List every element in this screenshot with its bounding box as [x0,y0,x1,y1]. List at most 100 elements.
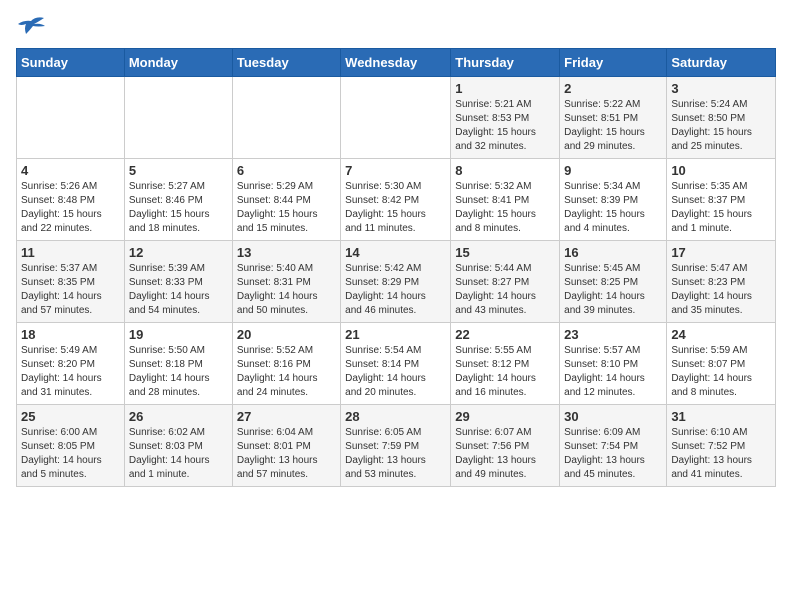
day-number: 3 [671,81,771,96]
calendar-week-row: 25 Sunrise: 6:00 AM Sunset: 8:05 PM Dayli… [17,405,776,487]
calendar-week-row: 18 Sunrise: 5:49 AM Sunset: 8:20 PM Dayli… [17,323,776,405]
day-number: 6 [237,163,336,178]
calendar-header-row: SundayMondayTuesdayWednesdayThursdayFrid… [17,49,776,77]
calendar-cell: 18 Sunrise: 5:49 AM Sunset: 8:20 PM Dayli… [17,323,125,405]
calendar-week-row: 4 Sunrise: 5:26 AM Sunset: 8:48 PM Daylig… [17,159,776,241]
calendar-cell [232,77,340,159]
column-header-tuesday: Tuesday [232,49,340,77]
calendar-cell: 9 Sunrise: 5:34 AM Sunset: 8:39 PM Daylig… [560,159,667,241]
calendar-cell: 7Sunrise: 5:30 AM Sunset: 8:42 PM Daylig… [341,159,451,241]
day-info: Sunrise: 5:24 AM Sunset: 8:50 PM Dayligh… [671,98,771,154]
calendar-cell: 5 Sunrise: 5:27 AM Sunset: 8:46 PM Daylig… [124,159,232,241]
day-info: Sunrise: 5:55 AM Sunset: 8:12 PM Dayligh… [455,344,555,400]
column-header-saturday: Saturday [667,49,776,77]
day-number: 29 [455,409,555,424]
day-info: Sunrise: 5:57 AM Sunset: 8:10 PM Dayligh… [564,344,662,400]
logo-bird-icon [16,16,46,38]
day-number: 17 [671,245,771,260]
day-number: 30 [564,409,662,424]
calendar-cell: 29 Sunrise: 6:07 AM Sunset: 7:56 PM Dayli… [451,405,560,487]
calendar-cell: 3 Sunrise: 5:24 AM Sunset: 8:50 PM Daylig… [667,77,776,159]
calendar-cell [341,77,451,159]
day-number: 9 [564,163,662,178]
day-info: Sunrise: 5:22 AM Sunset: 8:51 PM Dayligh… [564,98,662,154]
calendar-cell: 12Sunrise: 5:39 AM Sunset: 8:33 PM Dayli… [124,241,232,323]
day-info: Sunrise: 5:49 AM Sunset: 8:20 PM Dayligh… [21,344,120,400]
day-info: Sunrise: 5:45 AM Sunset: 8:25 PM Dayligh… [564,262,662,318]
column-header-friday: Friday [560,49,667,77]
day-number: 5 [129,163,228,178]
day-number: 27 [237,409,336,424]
calendar-cell: 2 Sunrise: 5:22 AM Sunset: 8:51 PM Daylig… [560,77,667,159]
day-number: 18 [21,327,120,342]
day-number: 12 [129,245,228,260]
day-info: Sunrise: 6:00 AM Sunset: 8:05 PM Dayligh… [21,426,120,482]
calendar-cell: 15 Sunrise: 5:44 AM Sunset: 8:27 PM Dayli… [451,241,560,323]
day-number: 31 [671,409,771,424]
day-number: 11 [21,245,120,260]
day-info: Sunrise: 6:05 AM Sunset: 7:59 PM Dayligh… [345,426,446,482]
calendar-cell [17,77,125,159]
calendar-week-row: 11 Sunrise: 5:37 AM Sunset: 8:35 PM Dayli… [17,241,776,323]
day-number: 23 [564,327,662,342]
day-info: Sunrise: 5:27 AM Sunset: 8:46 PM Dayligh… [129,180,228,236]
calendar-cell: 28 Sunrise: 6:05 AM Sunset: 7:59 PM Dayli… [341,405,451,487]
calendar-table: SundayMondayTuesdayWednesdayThursdayFrid… [16,48,776,487]
day-info: Sunrise: 6:04 AM Sunset: 8:01 PM Dayligh… [237,426,336,482]
calendar-cell: 14Sunrise: 5:42 AM Sunset: 8:29 PM Dayli… [341,241,451,323]
calendar-cell: 26 Sunrise: 6:02 AM Sunset: 8:03 PM Dayli… [124,405,232,487]
day-info: Sunrise: 5:37 AM Sunset: 8:35 PM Dayligh… [21,262,120,318]
calendar-cell: 1 Sunrise: 5:21 AM Sunset: 8:53 PM Daylig… [451,77,560,159]
day-info: Sunrise: 5:34 AM Sunset: 8:39 PM Dayligh… [564,180,662,236]
calendar-cell: 21Sunrise: 5:54 AM Sunset: 8:14 PM Dayli… [341,323,451,405]
calendar-cell: 10 Sunrise: 5:35 AM Sunset: 8:37 PM Dayli… [667,159,776,241]
column-header-thursday: Thursday [451,49,560,77]
day-number: 2 [564,81,662,96]
day-info: Sunrise: 6:07 AM Sunset: 7:56 PM Dayligh… [455,426,555,482]
day-info: Sunrise: 5:44 AM Sunset: 8:27 PM Dayligh… [455,262,555,318]
calendar-cell: 11 Sunrise: 5:37 AM Sunset: 8:35 PM Dayli… [17,241,125,323]
day-info: Sunrise: 6:10 AM Sunset: 7:52 PM Dayligh… [671,426,771,482]
day-info: Sunrise: 6:09 AM Sunset: 7:54 PM Dayligh… [564,426,662,482]
calendar-cell: 4 Sunrise: 5:26 AM Sunset: 8:48 PM Daylig… [17,159,125,241]
calendar-cell: 22Sunrise: 5:55 AM Sunset: 8:12 PM Dayli… [451,323,560,405]
day-number: 14 [345,245,446,260]
day-info: Sunrise: 5:59 AM Sunset: 8:07 PM Dayligh… [671,344,771,400]
day-number: 19 [129,327,228,342]
day-number: 25 [21,409,120,424]
day-number: 15 [455,245,555,260]
day-info: Sunrise: 5:52 AM Sunset: 8:16 PM Dayligh… [237,344,336,400]
day-info: Sunrise: 5:21 AM Sunset: 8:53 PM Dayligh… [455,98,555,154]
day-info: Sunrise: 6:02 AM Sunset: 8:03 PM Dayligh… [129,426,228,482]
day-number: 28 [345,409,446,424]
day-info: Sunrise: 5:29 AM Sunset: 8:44 PM Dayligh… [237,180,336,236]
calendar-cell: 24 Sunrise: 5:59 AM Sunset: 8:07 PM Dayli… [667,323,776,405]
calendar-cell: 30 Sunrise: 6:09 AM Sunset: 7:54 PM Dayli… [560,405,667,487]
day-info: Sunrise: 5:47 AM Sunset: 8:23 PM Dayligh… [671,262,771,318]
day-number: 1 [455,81,555,96]
column-header-monday: Monday [124,49,232,77]
day-number: 8 [455,163,555,178]
header [16,16,776,38]
day-number: 13 [237,245,336,260]
calendar-cell: 31 Sunrise: 6:10 AM Sunset: 7:52 PM Dayli… [667,405,776,487]
calendar-cell: 6 Sunrise: 5:29 AM Sunset: 8:44 PM Daylig… [232,159,340,241]
day-info: Sunrise: 5:50 AM Sunset: 8:18 PM Dayligh… [129,344,228,400]
calendar-cell: 25 Sunrise: 6:00 AM Sunset: 8:05 PM Dayli… [17,405,125,487]
calendar-cell: 16 Sunrise: 5:45 AM Sunset: 8:25 PM Dayli… [560,241,667,323]
day-number: 26 [129,409,228,424]
day-info: Sunrise: 5:32 AM Sunset: 8:41 PM Dayligh… [455,180,555,236]
day-number: 7 [345,163,446,178]
day-number: 20 [237,327,336,342]
column-header-wednesday: Wednesday [341,49,451,77]
day-info: Sunrise: 5:26 AM Sunset: 8:48 PM Dayligh… [21,180,120,236]
day-info: Sunrise: 5:35 AM Sunset: 8:37 PM Dayligh… [671,180,771,236]
day-number: 4 [21,163,120,178]
day-number: 24 [671,327,771,342]
calendar-week-row: 1 Sunrise: 5:21 AM Sunset: 8:53 PM Daylig… [17,77,776,159]
day-number: 21 [345,327,446,342]
calendar-cell [124,77,232,159]
column-header-sunday: Sunday [17,49,125,77]
day-number: 16 [564,245,662,260]
day-number: 10 [671,163,771,178]
